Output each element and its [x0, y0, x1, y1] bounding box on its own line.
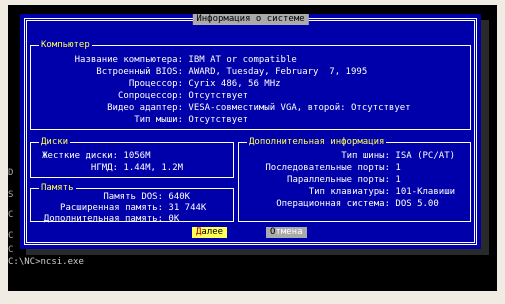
edge-letter: C	[8, 231, 14, 241]
fpu-row: Сопроцессор: Отсутствует	[34, 91, 248, 102]
computer-group-title: Компьютер	[39, 40, 92, 51]
edge-letter: C	[8, 245, 14, 255]
cancel-label: тмена	[275, 227, 303, 237]
row-value: ISA (PC/AT)	[395, 151, 456, 161]
parallel-ports-row: Параллельные порты: 1	[242, 175, 401, 186]
dos-screen: D S C C C Информация о системе Компьютер…	[8, 5, 497, 291]
row-label: Тип клавиатуры:	[308, 187, 390, 197]
cpu-row: Процессор: Cyrix 486, 56 MHz	[34, 79, 281, 90]
next-label: алее	[201, 227, 224, 237]
row-value: 31 744K	[168, 203, 207, 213]
hdd-row: Жесткие диски: 1056M	[31, 151, 151, 162]
row-label: Последовательные порты:	[265, 163, 390, 173]
row-label: Название компьютера:	[74, 55, 183, 65]
row-value: 101-Клавиши	[395, 187, 456, 197]
expanded-memory-row: Дополнительная память: 0K	[28, 214, 179, 225]
fdd-row: НГМД: 1.44M, 1.2M	[31, 163, 183, 174]
extra-info-group-title: Дополнительная информация	[247, 137, 387, 148]
bus-type-row: Тип шины: ISA (PC/AT)	[242, 151, 455, 162]
row-value: Отсутствует	[188, 115, 249, 125]
row-value: 1056M	[123, 151, 151, 161]
row-value: 1	[395, 175, 401, 185]
dialog-shadow-right	[481, 20, 489, 255]
cancel-button[interactable]: Отмена	[266, 227, 307, 238]
row-value: AWARD, Tuesday, February 7, 1995	[188, 67, 368, 77]
row-label: НГМД:	[90, 163, 118, 173]
row-label: Параллельные порты:	[287, 175, 390, 185]
row-label: Память DOS:	[103, 192, 163, 202]
row-value: IBM AT or compatible	[188, 55, 297, 65]
row-label: Расширенная память:	[60, 203, 163, 213]
row-value: 0K	[168, 214, 180, 224]
edge-letter: D	[8, 168, 14, 178]
command-prompt[interactable]: C:\NC>ncsi.exe	[8, 257, 84, 268]
row-value: DOS 5.00	[395, 199, 439, 209]
bios-row: Встроенный BIOS: AWARD, Tuesday, Februar…	[34, 67, 367, 78]
os-row: Операционная система: DOS 5.00	[242, 199, 439, 210]
row-value: 640K	[168, 192, 191, 202]
row-value: 1.44M, 1.2M	[123, 163, 184, 173]
extended-memory-row: Расширенная память: 31 744K	[28, 203, 206, 214]
system-info-dialog: Информация о системе Компьютер Название …	[20, 14, 481, 249]
row-label: Встроенный BIOS:	[96, 67, 183, 77]
row-label: Процессор:	[128, 79, 183, 89]
serial-ports-row: Последовательные порты: 1	[242, 163, 401, 174]
row-value: VESA-совместимый VGA, второй: Отсутствуе…	[188, 103, 411, 113]
next-button[interactable]: Далее	[192, 227, 228, 238]
dialog-title: Информация о системе	[192, 14, 309, 25]
row-value: Отсутствует	[188, 91, 249, 101]
computer-name-row: Название компьютера: IBM AT or compatibl…	[34, 55, 297, 66]
row-label: Видео адаптер:	[107, 103, 183, 113]
keyboard-type-row: Тип клавиатуры: 101-Клавиши	[242, 187, 455, 198]
edge-letter: C	[8, 210, 14, 220]
row-label: Жесткие диски:	[42, 151, 118, 161]
row-label: Тип шины:	[341, 151, 390, 161]
disks-group-title: Диски	[39, 137, 71, 148]
row-value: 1	[395, 163, 401, 173]
dos-memory-row: Память DOS: 640K	[28, 192, 190, 203]
row-label: Сопроцессор:	[117, 91, 183, 101]
video-row: Видео адаптер: VESA-совместимый VGA, вто…	[34, 103, 411, 114]
row-label: Операционная система:	[276, 199, 390, 209]
mouse-row: Тип мыши: Отсутствует	[34, 115, 248, 126]
row-value: Cyrix 486, 56 MHz	[188, 79, 281, 89]
edge-letter: S	[8, 190, 14, 200]
dialog-shadow-bottom	[26, 249, 489, 255]
row-label: Дополнительная память:	[43, 214, 163, 224]
row-label: Тип мыши:	[134, 115, 183, 125]
